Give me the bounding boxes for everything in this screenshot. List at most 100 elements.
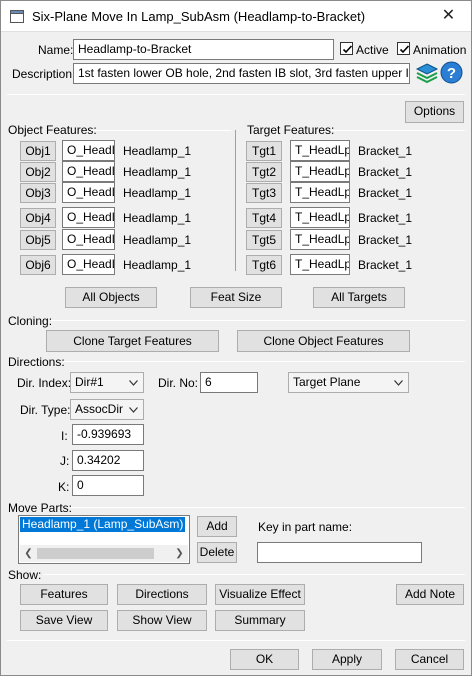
obj-feature-field-4[interactable]: O_HeadL [62,207,115,228]
features-button[interactable]: Features [20,584,108,605]
tgt-button-2[interactable]: Tgt2 [246,162,282,182]
tgt-button-1[interactable]: Tgt1 [246,141,282,161]
obj-feature-field-1[interactable]: O_HeadL [62,140,115,161]
obj-button-6[interactable]: Obj6 [20,255,56,275]
close-icon[interactable]: ✕ [426,1,471,31]
dir-index-value: Dir#1 [75,375,104,389]
horizontal-scrollbar[interactable]: ❮ ❯ [20,545,188,562]
move-parts-list[interactable]: Headlamp_1 (Lamp_SubAsm) ❮ ❯ [18,515,190,564]
tgt-button-6[interactable]: Tgt6 [246,255,282,275]
name-label: Name: [38,43,74,57]
k-field[interactable]: 0 [72,475,144,496]
add-part-button[interactable]: Add [197,516,237,537]
tgt-feature-field-1[interactable]: T_HeadLp_ [290,140,350,161]
description-input[interactable]: 1st fasten lower OB hole, 2nd fasten IB … [73,63,410,84]
delete-part-button[interactable]: Delete [197,542,237,563]
obj-part-label-4: Headlamp_1 [123,211,192,225]
tgt-feature-field-3[interactable]: T_HeadLp_ [290,182,350,203]
cancel-button[interactable]: Cancel [395,649,464,670]
tgt-part-label-2: Bracket_1 [358,165,413,179]
list-item[interactable]: Headlamp_1 (Lamp_SubAsm) [20,517,186,532]
obj-feature-field-5[interactable]: O_HeadL [62,229,115,250]
check-icon [342,45,353,54]
window-title: Six-Plane Move In Lamp_SubAsm (Headlamp-… [32,9,366,24]
obj-button-5[interactable]: Obj5 [20,230,56,250]
visualize-effect-button[interactable]: Visualize Effect [215,584,305,605]
plane-select[interactable]: Target Plane [288,372,409,393]
active-checkbox[interactable] [340,42,353,55]
layers-icon[interactable] [415,61,439,85]
tgt-part-label-6: Bracket_1 [358,258,413,272]
separator [71,507,465,508]
apply-button[interactable]: Apply [312,649,382,670]
tgt-button-3[interactable]: Tgt3 [246,183,282,203]
obj-button-1[interactable]: Obj1 [20,141,56,161]
animation-checkbox[interactable] [397,42,410,55]
active-label: Active [356,43,389,57]
dir-type-select[interactable]: AssocDir [70,399,144,420]
obj-part-label-2: Headlamp_1 [123,165,192,179]
tgt-feature-field-4[interactable]: T_HeadLp_ [290,207,350,228]
chevron-right-icon[interactable]: ❯ [171,545,188,562]
chevron-left-icon[interactable]: ❮ [20,545,37,562]
feat-size-button[interactable]: Feat Size [190,287,282,308]
j-field[interactable]: 0.34202 [72,450,144,471]
all-targets-button[interactable]: All Targets [313,287,405,308]
move-parts-label: Move Parts: [8,501,73,515]
tgt-button-5[interactable]: Tgt5 [246,230,282,250]
all-objects-button[interactable]: All Objects [65,287,157,308]
obj-part-label-1: Headlamp_1 [123,144,192,158]
separator [43,574,465,575]
obj-feature-field-2[interactable]: O_HeadL [62,161,115,182]
clone-object-features-button[interactable]: Clone Object Features [237,330,410,352]
key-in-part-name-input[interactable] [257,542,422,563]
dialog-window: Six-Plane Move In Lamp_SubAsm (Headlamp-… [0,0,472,676]
tgt-feature-field-6[interactable]: T_HeadLp_ [290,254,350,275]
tgt-feature-field-5[interactable]: T_HeadLp_ [290,229,350,250]
dir-no-field[interactable]: 6 [200,372,258,393]
title-bar[interactable]: Six-Plane Move In Lamp_SubAsm (Headlamp-… [1,1,471,32]
summary-button[interactable]: Summary [215,610,305,631]
tgt-button-4[interactable]: Tgt4 [246,208,282,228]
obj-part-label-5: Headlamp_1 [123,233,192,247]
obj-button-3[interactable]: Obj3 [20,183,56,203]
options-button[interactable]: Options [405,101,464,123]
separator [51,320,465,321]
obj-part-label-3: Headlamp_1 [123,186,192,200]
app-icon [10,10,24,23]
dir-type-value: AssocDir [75,402,124,416]
obj-button-4[interactable]: Obj4 [20,208,56,228]
name-input[interactable]: Headlamp-to-Bracket [73,39,334,60]
separator [7,94,465,95]
k-label: K: [58,480,70,494]
obj-button-2[interactable]: Obj2 [20,162,56,182]
i-label: I: [61,429,68,443]
description-label: Description: [12,67,76,81]
clone-target-features-button[interactable]: Clone Target Features [46,330,219,352]
j-label: J: [60,454,70,468]
obj-feature-field-6[interactable]: O_HeadL [62,254,115,275]
i-field[interactable]: -0.939693 [72,424,144,445]
add-note-button[interactable]: Add Note [396,584,464,605]
tgt-part-label-1: Bracket_1 [358,144,413,158]
separator [331,130,465,131]
scrollbar-thumb[interactable] [37,548,154,559]
svg-text:?: ? [447,65,456,82]
ok-button[interactable]: OK [230,649,299,670]
directions-label: Directions: [8,355,65,369]
tgt-feature-field-2[interactable]: T_HeadLp_ [290,161,350,182]
tgt-part-label-3: Bracket_1 [358,186,413,200]
tgt-part-label-5: Bracket_1 [358,233,413,247]
directions-button[interactable]: Directions [117,584,207,605]
dir-type-label: Dir. Type: [20,403,71,417]
target-features-label: Target Features: [247,123,335,137]
save-view-button[interactable]: Save View [20,610,108,631]
separator [7,640,465,641]
chevron-down-icon [129,380,138,386]
separator [63,361,465,362]
separator [91,130,231,131]
dir-index-select[interactable]: Dir#1 [70,372,144,393]
show-view-button[interactable]: Show View [117,610,207,631]
obj-feature-field-3[interactable]: O_HeadL [62,182,115,203]
help-icon[interactable]: ? [440,61,463,84]
